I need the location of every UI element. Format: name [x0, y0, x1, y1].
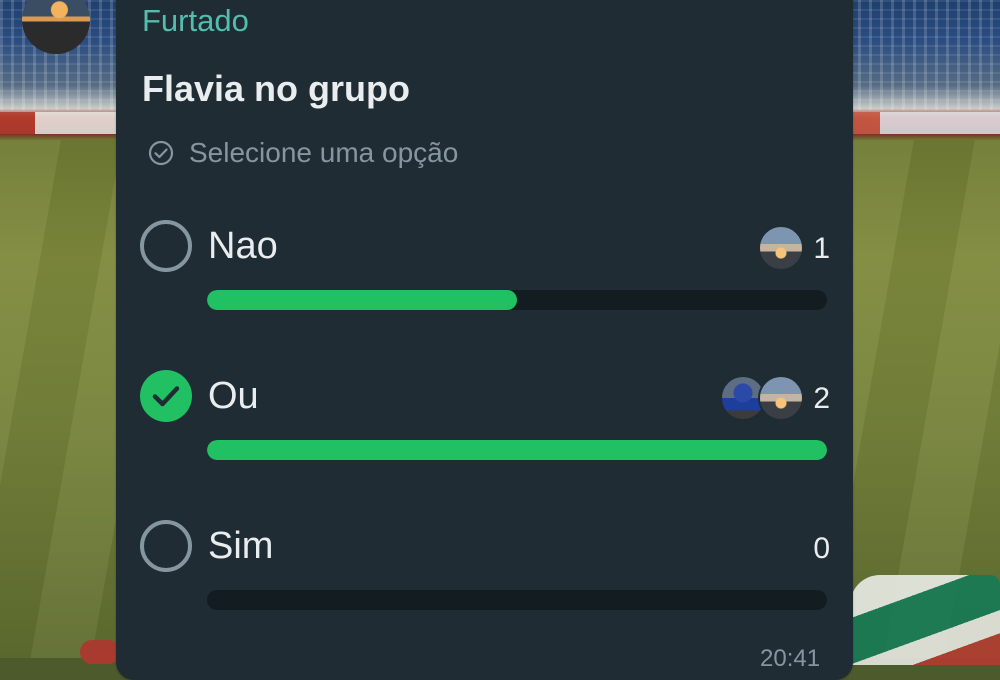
vote-count[interactable]: 1: [810, 232, 830, 266]
poll-option[interactable]: Ou 2: [140, 370, 830, 470]
vote-progress-bar: [207, 290, 827, 310]
check-circle-outline-icon: [147, 139, 175, 167]
radio-unchecked[interactable]: [140, 520, 192, 572]
poll-option[interactable]: Sim 0: [140, 520, 830, 620]
radio-unchecked[interactable]: [140, 220, 192, 272]
poll-option-label: Nao: [208, 225, 278, 267]
poll-hint-text: Selecione uma opção: [189, 137, 459, 168]
message-timestamp: 20:41: [760, 645, 821, 672]
radio-checked[interactable]: [140, 370, 192, 422]
checkmark-icon: [152, 386, 180, 407]
poll-option-label: Ou: [208, 375, 259, 417]
voter-avatar[interactable]: [758, 225, 804, 271]
wallpaper-flag: [850, 575, 1000, 665]
vote-count[interactable]: 2: [810, 382, 830, 416]
vote-count[interactable]: 0: [810, 532, 830, 566]
wallpaper-flag-corner: [80, 640, 120, 664]
voter-avatars[interactable]: [758, 224, 804, 272]
poll-option-label: Sim: [208, 525, 274, 567]
poll-option[interactable]: Nao 1: [140, 220, 830, 320]
vote-progress-fill: [207, 290, 517, 310]
voter-avatar[interactable]: [758, 375, 804, 421]
voter-avatars[interactable]: [720, 374, 804, 422]
poll-question: Flavia no grupo: [142, 68, 411, 109]
vote-progress-fill: [207, 440, 827, 460]
vote-progress-bar: [207, 590, 827, 610]
poll-hint: Selecione uma opção: [147, 136, 458, 170]
sender-name[interactable]: Furtado: [142, 3, 249, 39]
vote-progress-bar: [207, 440, 827, 460]
